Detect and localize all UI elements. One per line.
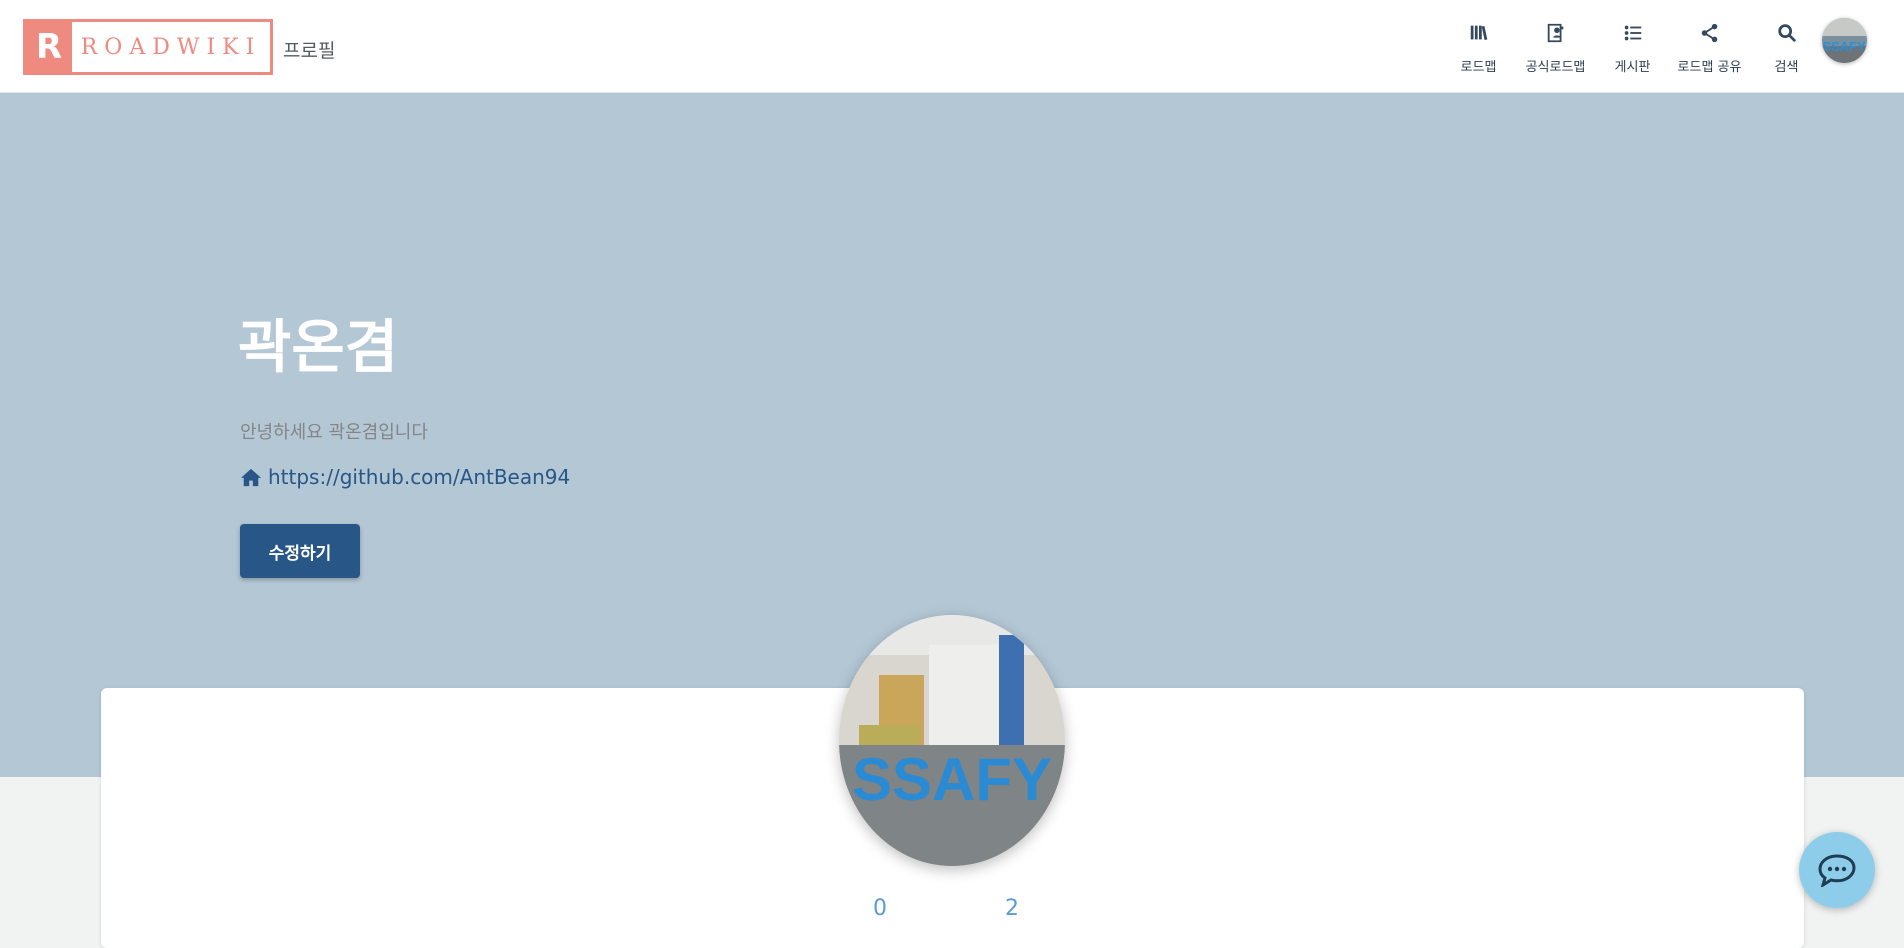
edit-profile-button[interactable]: 수정하기 (240, 524, 360, 578)
svg-text:SSAFY: SSAFY (1822, 39, 1866, 54)
logo-mark: R (26, 22, 72, 72)
profile-name: 곽온겸 (238, 313, 399, 381)
avatar-image: SSAFY (1822, 18, 1867, 63)
nav-item-roadmap-share[interactable]: 로드맵 공유 (1671, 22, 1748, 75)
chat-button[interactable] (1799, 832, 1875, 908)
list-icon (1624, 25, 1641, 41)
nav-label: 공식로드맵 (1525, 60, 1586, 75)
books-icon (1470, 25, 1487, 41)
nav-item-roadmap[interactable]: 로드맵 (1440, 22, 1517, 75)
roadwiki-logo[interactable]: R ROADWIKI (23, 19, 273, 75)
nav-item-search[interactable]: 검색 (1748, 22, 1825, 75)
profile-link-row: https://github.com/AntBean94 (240, 465, 570, 489)
user-avatar[interactable]: SSAFY (1822, 18, 1867, 63)
nav-label: 게시판 (1614, 60, 1651, 75)
chat-bubble-icon (1818, 854, 1856, 887)
nav-label: 로드맵 (1460, 60, 1497, 75)
top-navbar: R ROADWIKI 프로필 로드맵 공식로드맵 게시판 로드맵 공유 검색 S… (0, 0, 1904, 93)
nav-label: 로드맵 공유 (1677, 60, 1742, 75)
home-icon (241, 468, 261, 487)
profile-avatar-image: SSAFY (839, 615, 1065, 866)
svg-text:SSAFY: SSAFY (852, 746, 1052, 813)
nav-label: 검색 (1774, 60, 1799, 75)
nav-item-official-roadmap[interactable]: 공식로드맵 (1517, 22, 1594, 75)
stat-count-first: 0 (873, 896, 887, 921)
search-icon (1777, 24, 1796, 42)
contact-book-icon (1547, 23, 1563, 43)
share-icon (1701, 23, 1717, 43)
nav-menu: 로드맵 공식로드맵 게시판 로드맵 공유 검색 (1440, 22, 1825, 75)
logo-text: ROADWIKI (80, 34, 262, 60)
page-label: 프로필 (283, 40, 336, 62)
github-link[interactable]: https://github.com/AntBean94 (268, 465, 570, 489)
profile-avatar: SSAFY (839, 615, 1065, 866)
stat-count-second: 2 (1005, 896, 1019, 921)
profile-intro: 안녕하세요 곽온겸입니다 (240, 422, 428, 443)
nav-item-board[interactable]: 게시판 (1594, 22, 1671, 75)
